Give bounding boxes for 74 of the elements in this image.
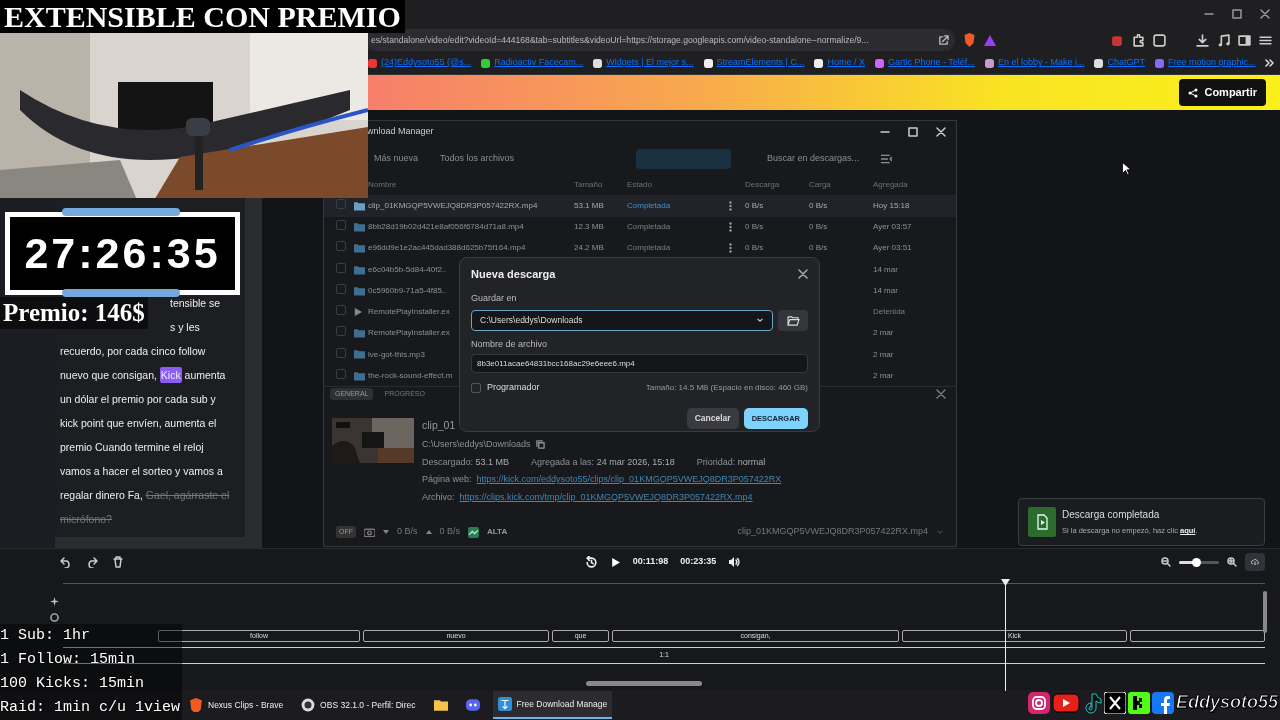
subtitle-line: recuerdo, por cada cinco follow [60, 345, 206, 357]
download-status: Completada [627, 243, 671, 253]
download-speed: 0 B/s [745, 222, 764, 232]
file-size: 24.2 MB [574, 243, 604, 253]
column-header: Carga [809, 179, 832, 192]
column-header: Agregada [873, 179, 909, 192]
file-name: 0c5960b9-71a5-4f85.. [368, 285, 447, 295]
date-added: Ayer 03:51 [873, 243, 912, 253]
file-name: clip_01KMGQP5VWEJQ8DR3P057422RX.mp4 [737, 525, 928, 539]
total-time: 00:23:35 [680, 555, 717, 569]
file-name: e6c04b5b-5d84-40f2.. [368, 264, 447, 274]
rule-text: 1 Follow: 15min [0, 650, 136, 670]
rule-text: Raid: 1min c/u 1view [0, 698, 181, 718]
subtitle-line: premio Cuando termine el reloj [60, 441, 204, 453]
subtitle-line: tensible se [170, 297, 221, 309]
subtitle-line: nuevo que consigan, Kick aumenta [60, 367, 226, 383]
detail-field: Descargado: 53.1 MB [422, 455, 510, 469]
date-added: 2 mar [873, 370, 894, 380]
notification-title: Descarga completada [1062, 508, 1161, 523]
subtitle-line: s y les [170, 321, 200, 333]
download-status: Completada [627, 222, 671, 232]
file-name: lve-got-this.mp3 [368, 349, 425, 359]
date-added: 2 mar [873, 349, 894, 359]
date-added: 14 mar [873, 264, 898, 274]
detail-label: Archivo: [422, 490, 455, 504]
field-label: Nombre de archivo [471, 337, 549, 351]
countdown-timer: 27:26:35 [5, 212, 240, 295]
file-name: e96dd9e1e2ac445dad388d625b75f164.mp4 [368, 243, 526, 253]
date-added: 14 mar [873, 285, 898, 295]
window-title: wnload Manager [367, 125, 434, 139]
file-name: clip_01 [422, 418, 456, 434]
rule-text: 100 Kicks: 15min [0, 674, 145, 694]
file-size: 12.3 MB [574, 222, 604, 232]
download-speed: 0 B/s [745, 201, 764, 210]
download-speed: 0 B/s [745, 243, 764, 253]
column-header: Nombre [368, 179, 398, 192]
subtitle-line: micrófono? [60, 513, 112, 525]
detail-field: Agregada a las: 24 mar 2026, 15:18 [531, 455, 675, 469]
upload-speed: 0 B/s [439, 525, 461, 539]
subtitle-line: regalar dinero Fa, Gael, agárraste el [60, 489, 230, 501]
rule-text: 1 Sub: 1hr [0, 626, 90, 646]
date-added: 2 mar [873, 328, 894, 338]
column-header: Descarga [745, 179, 781, 192]
detail-field: Prioridad: normal [696, 455, 766, 469]
download-speed: 0 B/s [397, 525, 418, 539]
stream-title: EXTENSIBLE CON PREMIO [0, 0, 405, 33]
subtitle-line: kick point que envíen, aumenta el [60, 417, 217, 429]
dialog-title: Nueva descarga [471, 266, 556, 282]
size-info: Tamaño: 14.5 MB (Espacio en disco: 460 GB) [645, 381, 808, 394]
date-added: Hoy 15:18 [873, 201, 910, 210]
subtitle-line: vamos a hacer el sorteo y vamos a [60, 465, 223, 477]
file-name: clip_01KMGQP5VWEJQ8DR3P057422RX.mp4 [368, 201, 538, 210]
upload-speed: 0 B/s [809, 222, 828, 232]
prize-label: Premio: 146$ [0, 297, 148, 329]
priority-label: ALTA [487, 526, 508, 539]
date-added: Detenida [873, 307, 906, 317]
column-header: Tamaño [574, 179, 604, 192]
column-header: Estado [627, 179, 653, 192]
file-name: the-rock-sound-effect.m [368, 370, 453, 380]
file-name: 8bb28d19b02d421e8af056f6784d71a8.mp4 [368, 222, 524, 232]
file-size: 53.1 MB [574, 201, 604, 210]
channel-name: Eddysoto55 [1176, 691, 1279, 714]
field-label: Guardar en [471, 292, 518, 305]
file-path: C:\Users\eddys\Downloads [422, 438, 531, 451]
file-name: RemotePlayInstaller.ex [368, 307, 450, 317]
upload-speed: 0 B/s [809, 243, 828, 253]
detail-label: Página web: [422, 473, 472, 486]
subtitle-line: un dólar el premio por cada sub y [60, 393, 216, 405]
file-name: RemotePlayInstaller.ex [368, 328, 450, 338]
current-time: 00:11:98 [632, 555, 669, 569]
date-added: Ayer 03:57 [873, 222, 912, 232]
download-status: Completada [627, 201, 671, 210]
upload-speed: 0 B/s [809, 201, 828, 210]
checkbox-label: Programador [487, 381, 540, 394]
